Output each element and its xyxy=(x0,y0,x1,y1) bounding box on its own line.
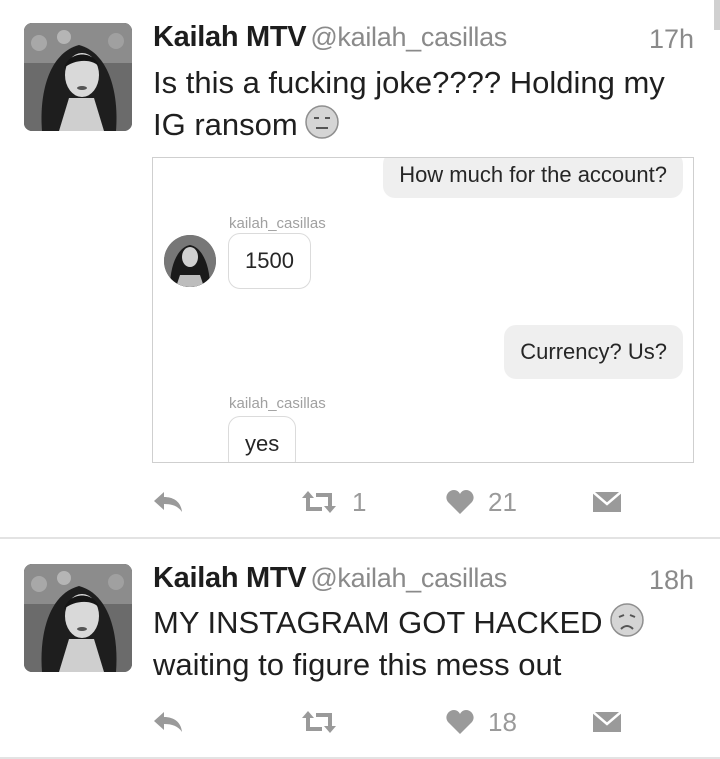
tweet-actions: 1 21 xyxy=(0,482,720,522)
dm-bubble-incoming: yes xyxy=(228,416,297,462)
tweet-text-line: Is this a fucking joke???? Holding my xyxy=(153,65,665,100)
avatar[interactable] xyxy=(24,564,132,672)
display-name[interactable]: Kailah MTV xyxy=(153,21,307,53)
like-count: 18 xyxy=(488,706,517,737)
avatar-photo-icon xyxy=(24,564,132,672)
attached-image[interactable]: How much for the account? kailah_casilla… xyxy=(152,157,694,463)
dm-bubble-outgoing: Currency? Us? xyxy=(504,325,683,379)
user-handle[interactable]: @kailah_casillas xyxy=(310,563,507,593)
heart-icon xyxy=(446,490,474,514)
envelope-icon xyxy=(592,711,622,732)
dm-username: kailah_casillas xyxy=(229,395,326,412)
dm-bubble-outgoing: How much for the account? xyxy=(383,158,683,198)
disappointed-face-icon xyxy=(609,602,645,638)
tweet-actions: 18 xyxy=(0,702,720,742)
reply-button[interactable] xyxy=(152,482,184,522)
dm-avatar xyxy=(164,235,216,287)
like-button[interactable]: 18 xyxy=(446,702,517,742)
reply-icon xyxy=(154,492,182,512)
tweet-text-line: MY INSTAGRAM GOT HACKED xyxy=(153,605,603,640)
tweet-text-line: waiting to figure this mess out xyxy=(153,647,562,682)
direct-message-button[interactable] xyxy=(592,702,622,742)
timestamp[interactable]: 18h xyxy=(649,565,694,596)
display-name[interactable]: Kailah MTV xyxy=(153,562,307,594)
direct-message-button[interactable] xyxy=(592,482,622,522)
author-name[interactable]: Kailah MTV @kailah_casillas xyxy=(153,562,507,595)
heart-icon xyxy=(446,710,474,734)
timestamp[interactable]: 17h xyxy=(649,24,694,55)
reply-button[interactable] xyxy=(152,702,184,742)
author-name[interactable]: Kailah MTV @kailah_casillas xyxy=(153,21,507,54)
tweet-text: MY INSTAGRAM GOT HACKED waiting to figur… xyxy=(153,602,693,686)
retweet-button[interactable]: 1 xyxy=(300,482,366,522)
tweet-text-line: IG ransom xyxy=(153,107,298,142)
reply-icon xyxy=(154,712,182,732)
avatar-photo-icon xyxy=(24,23,132,131)
tweet-divider xyxy=(0,537,720,539)
expressionless-face-icon xyxy=(304,104,340,140)
envelope-icon xyxy=(592,491,622,512)
user-handle[interactable]: @kailah_casillas xyxy=(310,22,507,52)
retweet-button[interactable] xyxy=(300,702,338,742)
tweet[interactable]: Kailah MTV @kailah_casillas 18h MY INSTAG… xyxy=(0,540,720,759)
tweet-text: Is this a fucking joke???? Holding my IG… xyxy=(153,62,693,146)
dm-username: kailah_casillas xyxy=(229,215,326,232)
retweet-icon xyxy=(302,491,336,513)
dm-bubble-incoming: 1500 xyxy=(228,233,311,289)
avatar[interactable] xyxy=(24,23,132,131)
like-count: 21 xyxy=(488,486,517,517)
like-button[interactable]: 21 xyxy=(446,482,517,522)
retweet-icon xyxy=(302,711,336,733)
retweet-count: 1 xyxy=(352,486,367,517)
tweet[interactable]: Kailah MTV @kailah_casillas 17h Is this a… xyxy=(0,0,720,538)
